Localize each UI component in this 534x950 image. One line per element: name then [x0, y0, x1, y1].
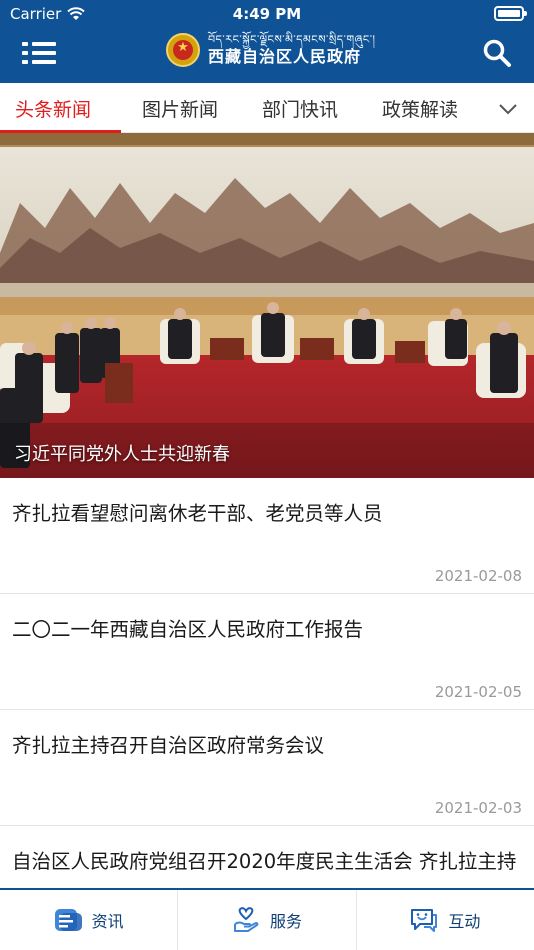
page-title: 西藏自治区人民政府 [208, 47, 362, 66]
app-header: Carrier 4:49 PM ★ བོད་རང་སྐྱོང་ལྗོངས་མི་… [0, 0, 534, 83]
service-hand-icon [233, 907, 259, 932]
search-button[interactable] [482, 38, 512, 68]
status-bar: Carrier 4:49 PM [0, 0, 534, 28]
more-tabs-button[interactable] [496, 97, 520, 121]
national-emblem-icon: ★ [166, 33, 200, 67]
news-title: 齐扎拉看望慰问离休老干部、老党员等人员 [12, 502, 383, 525]
tab-photo-news[interactable]: 图片新闻 [142, 95, 218, 122]
tab-policy-interpretation[interactable]: 政策解读 [382, 95, 458, 122]
nav-interaction-label: 互动 [448, 912, 481, 931]
nav-news-label: 资讯 [91, 912, 124, 931]
news-title: 二〇二一年西藏自治区人民政府工作报告 [12, 618, 364, 641]
news-item[interactable]: 二〇二一年西藏自治区人民政府工作报告 2021-02-05 [0, 594, 534, 710]
news-item[interactable]: 齐扎拉主持召开自治区政府常务会议 2021-02-03 [0, 710, 534, 826]
app-logo: ★ བོད་རང་སྐྱོང་ལྗོངས་མི་དམངས་སྲིད་གཞུང་།… [166, 30, 375, 70]
news-doc-icon [54, 909, 82, 931]
title-tibetan: བོད་རང་སྐྱོང་ལྗོངས་མི་དམངས་སྲིད་གཞུང་། [208, 33, 376, 46]
nav-service-label: 服务 [269, 912, 302, 931]
tab-department-news[interactable]: 部门快讯 [262, 95, 338, 122]
status-time: 4:49 PM [232, 5, 302, 23]
search-icon [483, 39, 511, 67]
nav-interaction[interactable]: 互动 [357, 890, 534, 950]
hero-image [0, 133, 534, 478]
news-date: 2021-02-03 [434, 799, 522, 817]
chat-bubble-icon [411, 909, 438, 932]
tab-headline-news[interactable]: 头条新闻 [15, 95, 91, 122]
news-date: 2021-02-05 [434, 683, 522, 701]
news-date: 2021-02-08 [434, 567, 522, 585]
hero-caption: 习近平同党外人士共迎新春 [14, 444, 230, 465]
bottom-navigation: 资讯 服务 互动 [0, 888, 534, 950]
news-title: 齐扎拉主持召开自治区政府常务会议 [12, 734, 325, 757]
news-item[interactable]: 齐扎拉看望慰问离休老干部、老党员等人员 2021-02-08 [0, 478, 534, 594]
hero-banner[interactable]: 习近平同党外人士共迎新春 [0, 133, 534, 478]
menu-button[interactable] [22, 42, 56, 64]
nav-news[interactable]: 资讯 [0, 890, 179, 950]
news-title: 自治区人民政府党组召开2020年度民主生活会 齐扎拉主持 [12, 850, 517, 873]
battery-icon [494, 6, 527, 21]
category-tabs: 头条新闻 图片新闻 部门快讯 政策解读 [0, 83, 534, 133]
nav-service[interactable]: 服务 [178, 890, 357, 950]
chevron-down-icon [499, 104, 517, 115]
